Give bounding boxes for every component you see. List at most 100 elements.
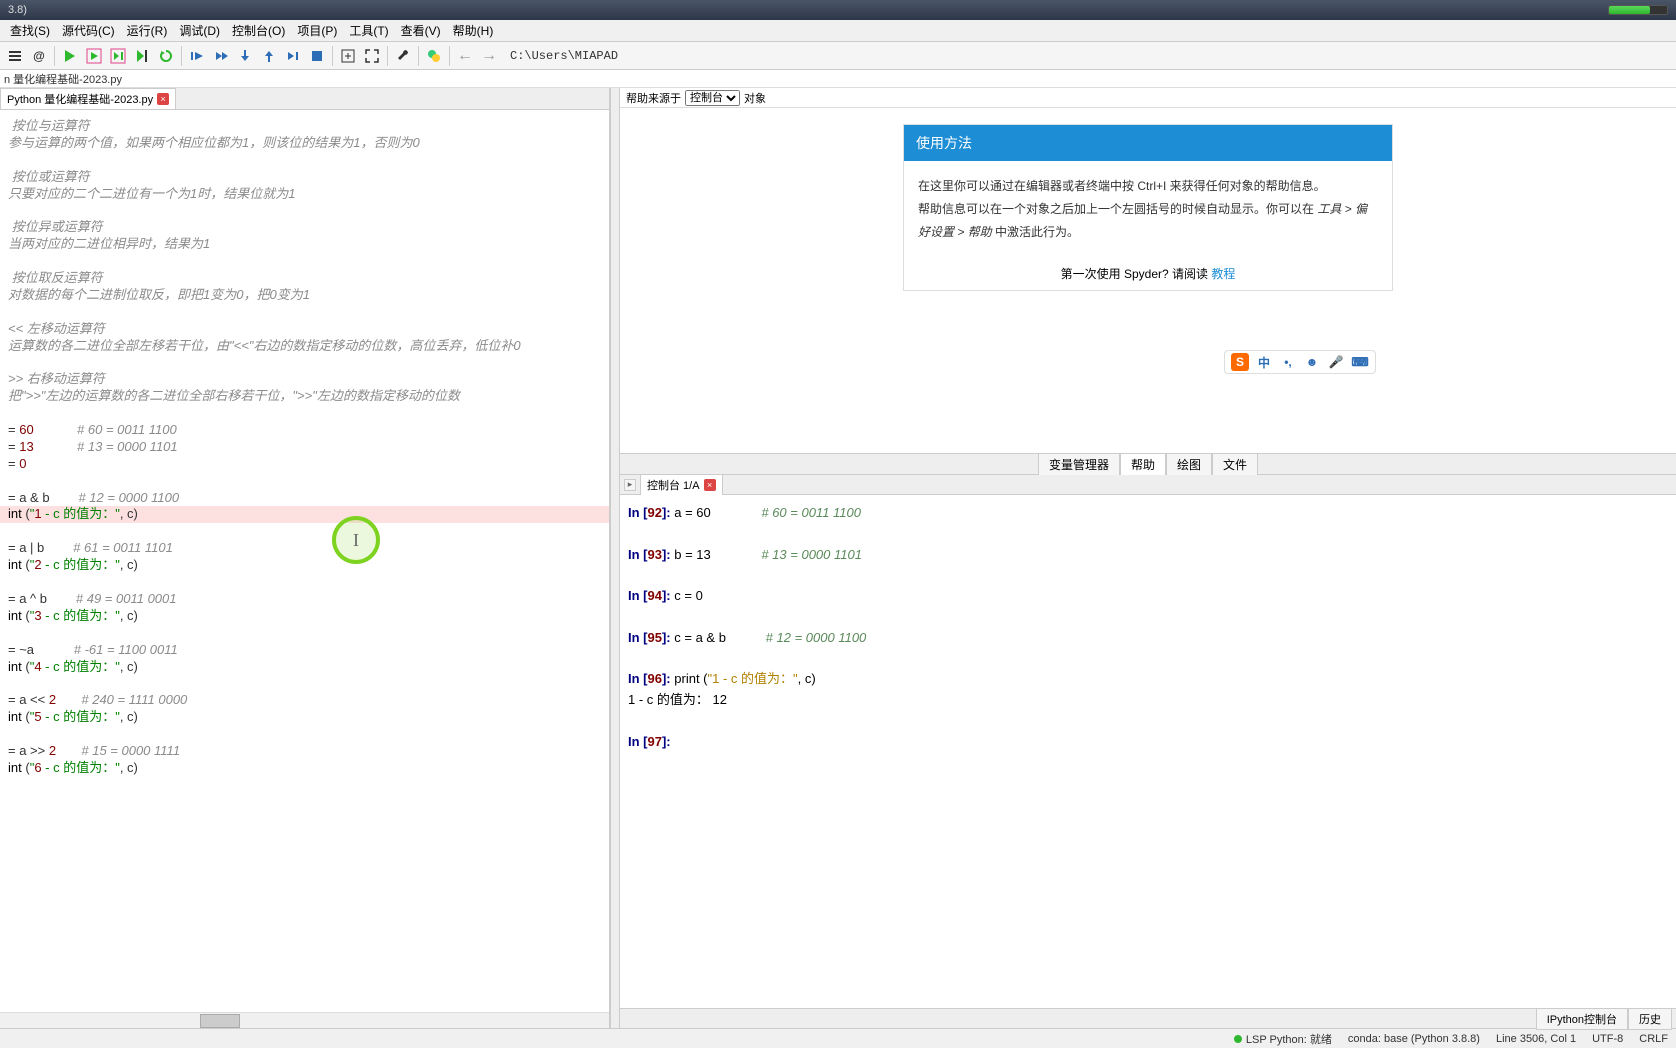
step-into-icon[interactable] [234, 45, 256, 67]
menu-item[interactable]: 帮助(H) [447, 20, 500, 41]
help-tab[interactable]: 变量管理器 [1038, 453, 1120, 476]
at-icon[interactable]: @ [28, 45, 50, 67]
step-icon[interactable] [210, 45, 232, 67]
editor-line [0, 675, 609, 692]
back-icon[interactable]: ← [454, 45, 476, 67]
console-tab[interactable]: 控制台 1/A × [640, 474, 723, 496]
stop-icon[interactable] [306, 45, 328, 67]
editor-line: 对数据的每个二进制位取反，即把1变为0，把0变为1 [0, 287, 609, 304]
help-tab[interactable]: 绘图 [1166, 453, 1212, 476]
ime-punct-icon[interactable]: •, [1279, 353, 1297, 371]
menu-item[interactable]: 查看(V) [395, 20, 447, 41]
console-output: 1 - c 的值为： 12 [628, 690, 1668, 711]
editor-line: = a << 2 # 240 = 1111 0000 [0, 692, 609, 709]
step-out-icon[interactable] [258, 45, 280, 67]
horizontal-scrollbar[interactable] [0, 1012, 609, 1028]
ime-keyboard-icon[interactable]: ⌨ [1351, 353, 1369, 371]
editor-line [0, 523, 609, 540]
editor-tabs: Python 量化编程基础-2023.py × [0, 88, 609, 110]
editor-line: << 左移动运算符 [0, 321, 609, 338]
run-cell-icon[interactable] [83, 45, 105, 67]
help-footer: 第一次使用 Spyder? 请阅读 教程 [904, 257, 1392, 290]
menu-item[interactable]: 查找(S) [4, 20, 56, 41]
console-tab-label: 控制台 1/A [647, 477, 700, 493]
editor-line: = a ^ b # 49 = 0011 0001 [0, 591, 609, 608]
menu-item[interactable]: 工具(T) [343, 20, 394, 41]
list-icon[interactable] [4, 45, 26, 67]
help-tab[interactable]: 文件 [1212, 453, 1258, 476]
continue-icon[interactable] [282, 45, 304, 67]
editor-line: 只要对应的二个二进位有一个为1时，结果位就为1 [0, 186, 609, 203]
editor-line: 运算数的各二进位全部左移若干位，由"<<"右边的数指定移动的位数，高位丢弃，低位… [0, 338, 609, 355]
editor-line: int ("6 - c 的值为：", c) [0, 760, 609, 777]
tutorial-link[interactable]: 教程 [1211, 267, 1235, 281]
console-line: In [94]: c = 0 [628, 586, 1668, 607]
editor-line: 按位与运算符 [0, 118, 609, 135]
file-path-text: n 量化编程基础-2023.py [4, 71, 122, 87]
menu-item[interactable]: 源代码(C) [56, 20, 121, 41]
editor-line: 按位取反运算符 [0, 270, 609, 287]
breadcrumb: C:\Users\MIAPAD [510, 49, 618, 63]
editor-line [0, 253, 609, 270]
sogou-icon[interactable]: S [1231, 353, 1249, 371]
status-line: Line 3506, Col 1 [1496, 1033, 1576, 1045]
progress-bar [1608, 5, 1668, 15]
editor-line: int ("1 - c 的值为：", c) [0, 506, 609, 523]
run-selection-icon[interactable] [131, 45, 153, 67]
refresh-icon[interactable] [155, 45, 177, 67]
ime-toolbar[interactable]: S 中 •, ☻ 🎤 ⌨ [1224, 350, 1376, 374]
editor-line [0, 202, 609, 219]
menu-item[interactable]: 运行(R) [121, 20, 174, 41]
file-path-row: n 量化编程基础-2023.py [0, 70, 1676, 88]
editor-line: 按位异或运算符 [0, 219, 609, 236]
editor-line: = a >> 2 # 15 = 0000 1111 [0, 743, 609, 760]
editor-line: = 0 [0, 456, 609, 473]
collapse-icon[interactable]: ▸ [624, 479, 636, 491]
status-eol: CRLF [1639, 1033, 1668, 1045]
console-bottom-tab[interactable]: IPython控制台 [1536, 1008, 1628, 1030]
python-icon[interactable] [423, 45, 445, 67]
splitter-handle[interactable] [610, 88, 620, 1028]
run-icon[interactable] [59, 45, 81, 67]
titlebar: 3.8) [0, 0, 1676, 20]
close-icon[interactable]: × [157, 93, 169, 105]
zoom-icon[interactable] [337, 45, 359, 67]
code-editor[interactable]: 按位与运算符参与运算的两个值，如果两个相应位都为1，则该位的结果为1，否则为0 … [0, 110, 609, 1012]
editor-tab[interactable]: Python 量化编程基础-2023.py × [0, 88, 176, 109]
editor-line: = 60 # 60 = 0011 1100 [0, 422, 609, 439]
help-source-label: 帮助来源于 [626, 90, 681, 106]
status-encoding: UTF-8 [1592, 1033, 1623, 1045]
wrench-icon[interactable] [392, 45, 414, 67]
editor-tab-label: Python 量化编程基础-2023.py [7, 91, 153, 107]
scrollbar-thumb[interactable] [200, 1014, 240, 1028]
help-object-label: 对象 [744, 90, 766, 106]
console-bottom-tab[interactable]: 历史 [1628, 1008, 1672, 1030]
editor-line: int ("3 - c 的值为：", c) [0, 608, 609, 625]
console-prompt[interactable]: In [97]: [628, 711, 1668, 753]
ipython-console[interactable]: In [92]: a = 60 # 60 = 0011 1100 In [93]… [620, 495, 1676, 1008]
editor-line: 按位或运算符 [0, 169, 609, 186]
help-body-line2: 帮助信息可以在一个对象之后加上一个左圆括号的时候自动显示。你可以在 工具 > 偏… [918, 198, 1378, 244]
cursor-indicator: I [332, 516, 380, 564]
editor-line: = ~a # -61 = 1100 0011 [0, 642, 609, 659]
help-source-select[interactable]: 控制台 [685, 90, 740, 106]
fullscreen-icon[interactable] [361, 45, 383, 67]
menu-item[interactable]: 控制台(O) [226, 20, 291, 41]
ime-face-icon[interactable]: ☻ [1303, 353, 1321, 371]
help-body-line1: 在这里你可以通过在编辑器或者终端中按 Ctrl+I 来获得任何对象的帮助信息。 [918, 175, 1378, 198]
forward-icon[interactable]: → [478, 45, 500, 67]
editor-line: = a & b # 12 = 0000 1100 [0, 490, 609, 507]
ime-mic-icon[interactable]: 🎤 [1327, 353, 1345, 371]
close-icon[interactable]: × [704, 479, 716, 491]
menu-item[interactable]: 调试(D) [173, 20, 226, 41]
editor-line [0, 574, 609, 591]
run-cell-advance-icon[interactable] [107, 45, 129, 67]
help-tab[interactable]: 帮助 [1120, 453, 1166, 476]
editor-line: >> 右移动运算符 [0, 371, 609, 388]
ime-lang[interactable]: 中 [1255, 353, 1273, 371]
console-line: In [92]: a = 60 # 60 = 0011 1100 [628, 503, 1668, 524]
debug-icon[interactable] [186, 45, 208, 67]
help-card-title: 使用方法 [904, 125, 1392, 161]
menu-item[interactable]: 项目(P) [291, 20, 343, 41]
console-line: In [95]: c = a & b # 12 = 0000 1100 [628, 628, 1668, 649]
